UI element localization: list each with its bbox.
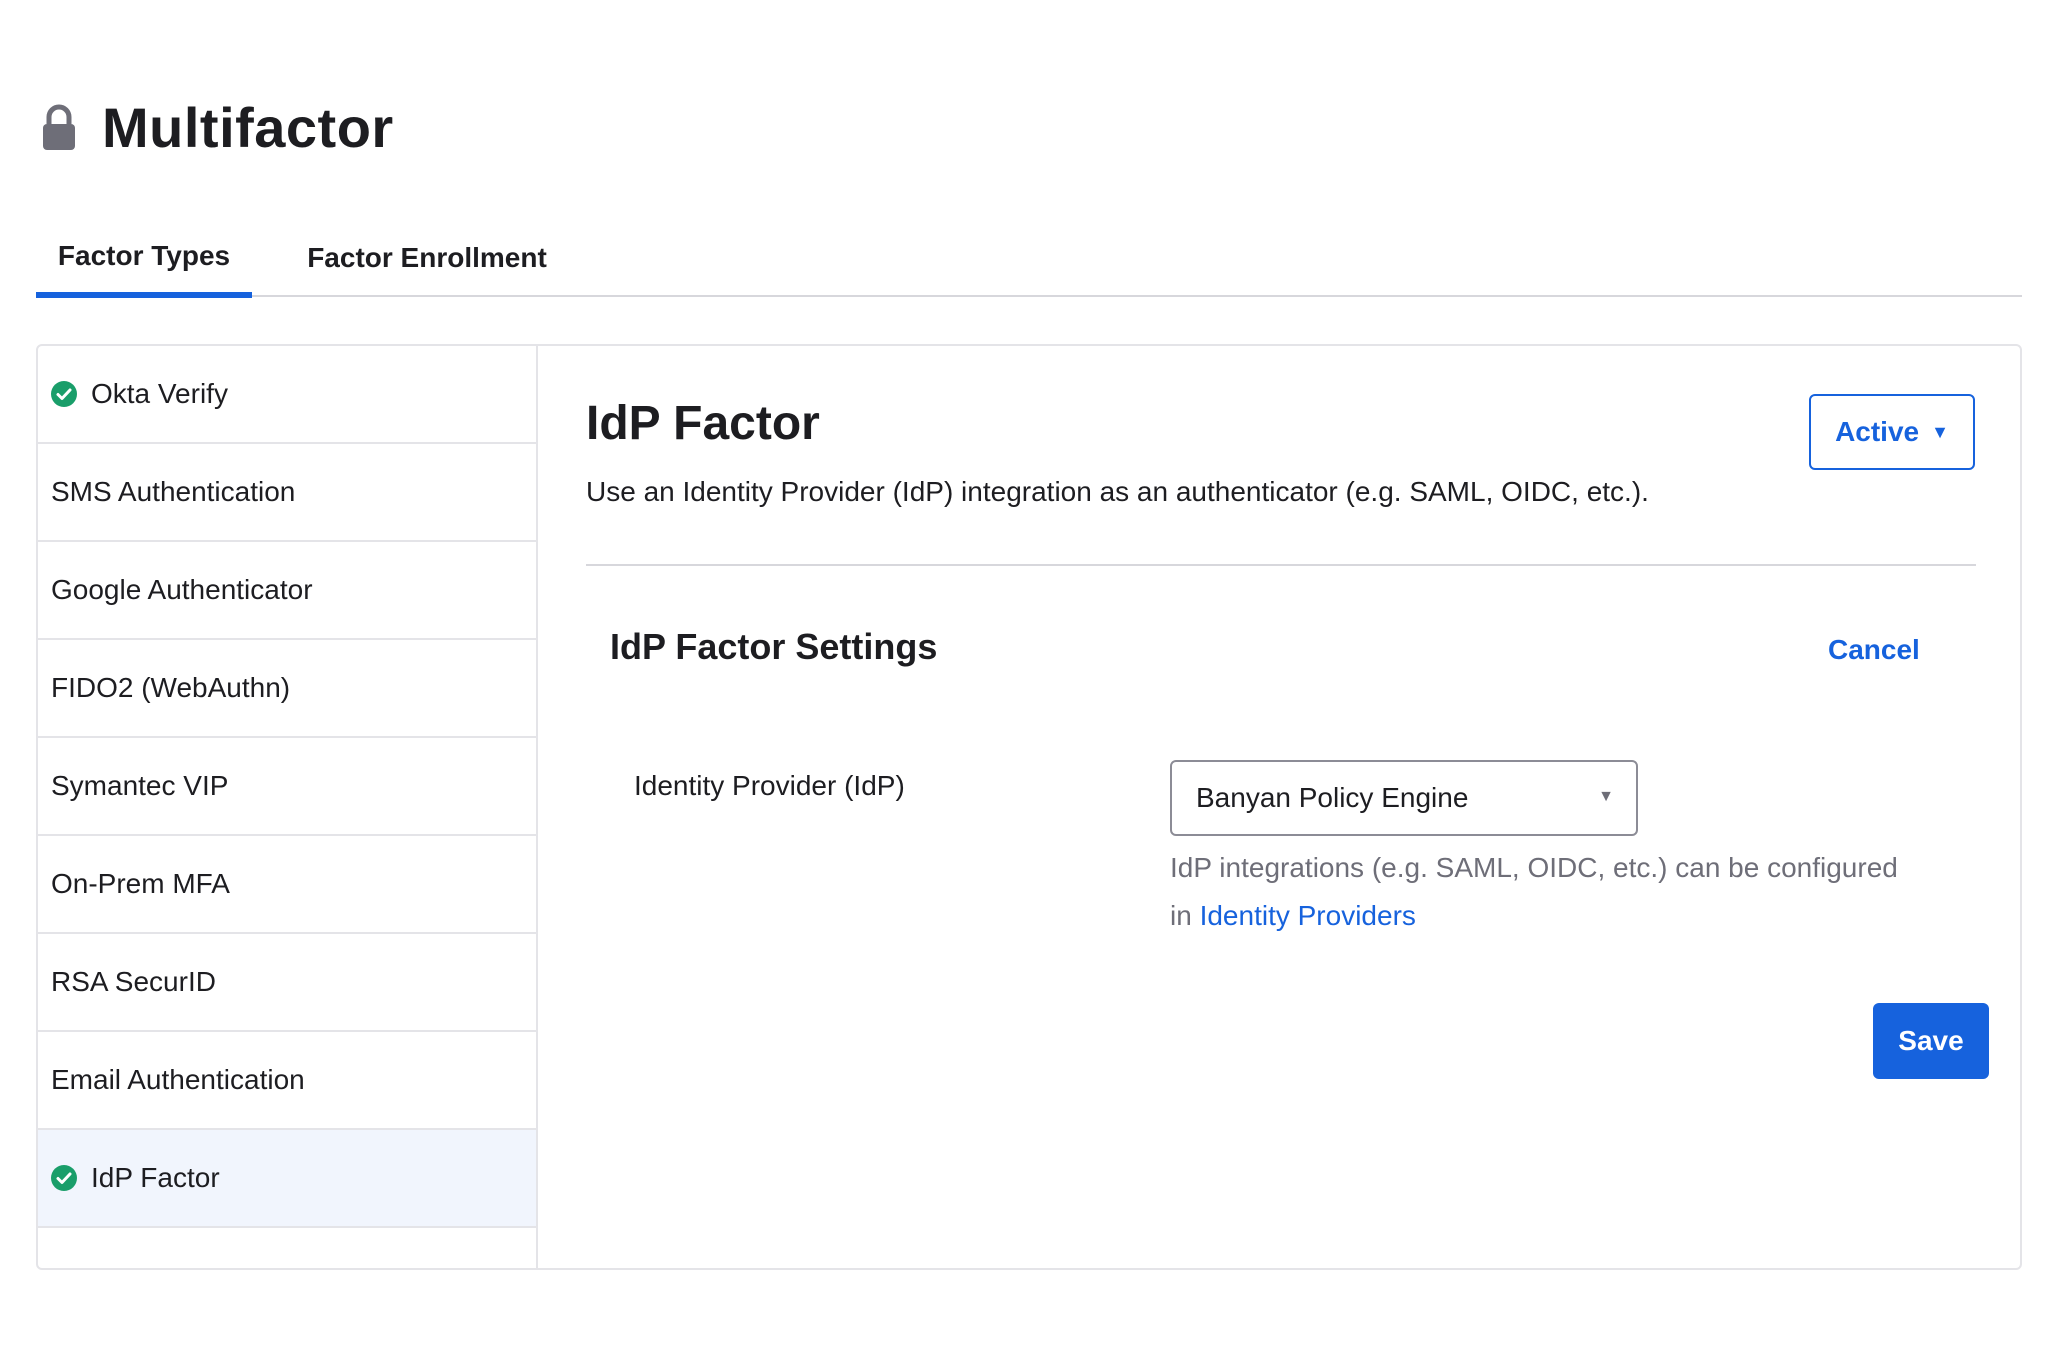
sidebar-item-label: SMS Authentication xyxy=(51,476,296,507)
sidebar-item-label: Okta Verify xyxy=(91,378,228,409)
sidebar-item-idp-factor[interactable]: IdP Factor xyxy=(38,1130,536,1228)
sidebar-item-google-authenticator[interactable]: Google Authenticator xyxy=(38,542,536,640)
idp-field-label: Identity Provider (IdP) xyxy=(634,770,905,801)
identity-providers-link[interactable]: Identity Providers xyxy=(1200,900,1416,931)
lock-icon xyxy=(43,104,75,150)
chevron-down-icon: ▼ xyxy=(1598,788,1614,805)
sidebar-item-label: RSA SecurID xyxy=(51,966,216,997)
status-label: Active xyxy=(1835,416,1920,447)
page-header: Multifactor xyxy=(42,95,394,160)
tab-factor-enrollment[interactable]: Factor Enrollment xyxy=(302,225,552,297)
save-button[interactable]: Save xyxy=(1873,1003,1989,1079)
sidebar-item-rsa-securid[interactable]: RSA SecurID xyxy=(38,934,536,1032)
divider xyxy=(586,564,1976,566)
caret-down-icon: ▼ xyxy=(1931,421,1949,442)
status-dropdown-button[interactable]: Active ▼ xyxy=(1809,394,1975,470)
sidebar-item-fido2[interactable]: FIDO2 (WebAuthn) xyxy=(38,640,536,738)
cancel-button[interactable]: Cancel xyxy=(1828,634,1920,666)
check-circle-icon xyxy=(51,1165,77,1191)
sidebar-item-on-prem-mfa[interactable]: On-Prem MFA xyxy=(38,836,536,934)
tab-factor-types[interactable]: Factor Types xyxy=(36,225,252,298)
help-prefix: in xyxy=(1170,900,1192,931)
sidebar-item-sms-authentication[interactable]: SMS Authentication xyxy=(38,444,536,542)
factor-detail: IdP Factor Use an Identity Provider (IdP… xyxy=(538,346,2020,1268)
sidebar-item-label: Google Authenticator xyxy=(51,574,313,605)
sidebar-item-email-authentication[interactable]: Email Authentication xyxy=(38,1032,536,1130)
factor-list: Okta Verify SMS Authentication Google Au… xyxy=(38,346,538,1268)
sidebar-item-symantec-vip[interactable]: Symantec VIP xyxy=(38,738,536,836)
sidebar-item-label: Email Authentication xyxy=(51,1064,305,1095)
check-circle-icon xyxy=(51,381,77,407)
idp-help-text: IdP integrations (e.g. SAML, OIDC, etc.)… xyxy=(1170,844,1950,940)
help-text: IdP integrations (e.g. SAML, OIDC, etc.)… xyxy=(1170,852,1898,883)
idp-select-value: Banyan Policy Engine xyxy=(1196,782,1469,813)
settings-title: IdP Factor Settings xyxy=(610,626,938,667)
page-title: Multifactor xyxy=(102,96,394,159)
factor-description: Use an Identity Provider (IdP) integrati… xyxy=(586,476,1649,507)
sidebar-item-label: On-Prem MFA xyxy=(51,868,230,899)
tab-bar: Factor Types Factor Enrollment xyxy=(36,225,2022,298)
sidebar-item-okta-verify[interactable]: Okta Verify xyxy=(38,346,536,444)
factor-title: IdP Factor xyxy=(586,397,820,450)
sidebar-item-label: Symantec VIP xyxy=(51,770,229,801)
factor-panel: Okta Verify SMS Authentication Google Au… xyxy=(36,344,2022,1270)
sidebar-item-label: FIDO2 (WebAuthn) xyxy=(51,672,291,703)
sidebar-item-label: IdP Factor xyxy=(91,1162,220,1193)
idp-select[interactable]: Banyan Policy Engine ▼ xyxy=(1170,760,1638,836)
